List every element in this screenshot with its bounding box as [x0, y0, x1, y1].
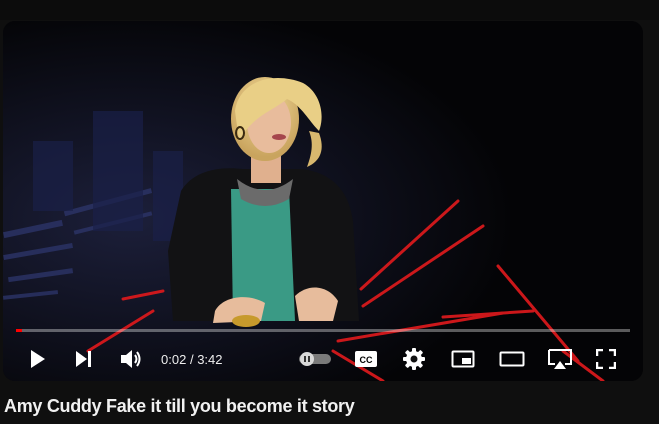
- next-button[interactable]: [71, 339, 97, 379]
- current-time: 0:02: [161, 351, 187, 367]
- autoplay-toggle[interactable]: [297, 339, 333, 379]
- progress-bar[interactable]: [16, 329, 630, 332]
- miniplayer-icon: [451, 350, 475, 368]
- fullscreen-icon: [596, 349, 616, 369]
- settings-button[interactable]: [401, 339, 427, 379]
- miniplayer-button[interactable]: [449, 339, 477, 379]
- player-controls: 0:02 / 3:42 CC: [3, 339, 643, 379]
- subtitles-icon: CC: [355, 351, 377, 367]
- play-button[interactable]: [25, 339, 51, 379]
- next-icon: [76, 351, 91, 367]
- autoplay-toggle-icon: [299, 352, 331, 366]
- video-player[interactable]: 0:02 / 3:42 CC: [3, 21, 643, 381]
- play-icon: [31, 350, 45, 368]
- settings-gear-icon: [403, 348, 425, 370]
- progress-bar-fill: [16, 329, 22, 332]
- theater-mode-button[interactable]: [497, 339, 527, 379]
- top-bar: [0, 0, 659, 20]
- duration: 3:42: [197, 351, 223, 367]
- subtitles-button[interactable]: CC: [353, 339, 379, 379]
- cast-icon: [548, 349, 572, 369]
- fullscreen-button[interactable]: [593, 339, 619, 379]
- cast-button[interactable]: [545, 339, 575, 379]
- mute-button[interactable]: [117, 339, 145, 379]
- svg-text:CC: CC: [360, 355, 373, 365]
- time-display: 0:02 / 3:42: [161, 339, 223, 379]
- theater-mode-icon: [499, 351, 525, 367]
- volume-icon: [121, 350, 141, 368]
- video-title[interactable]: Amy Cuddy Fake it till you become it sto…: [4, 396, 355, 417]
- video-frame[interactable]: [3, 21, 643, 381]
